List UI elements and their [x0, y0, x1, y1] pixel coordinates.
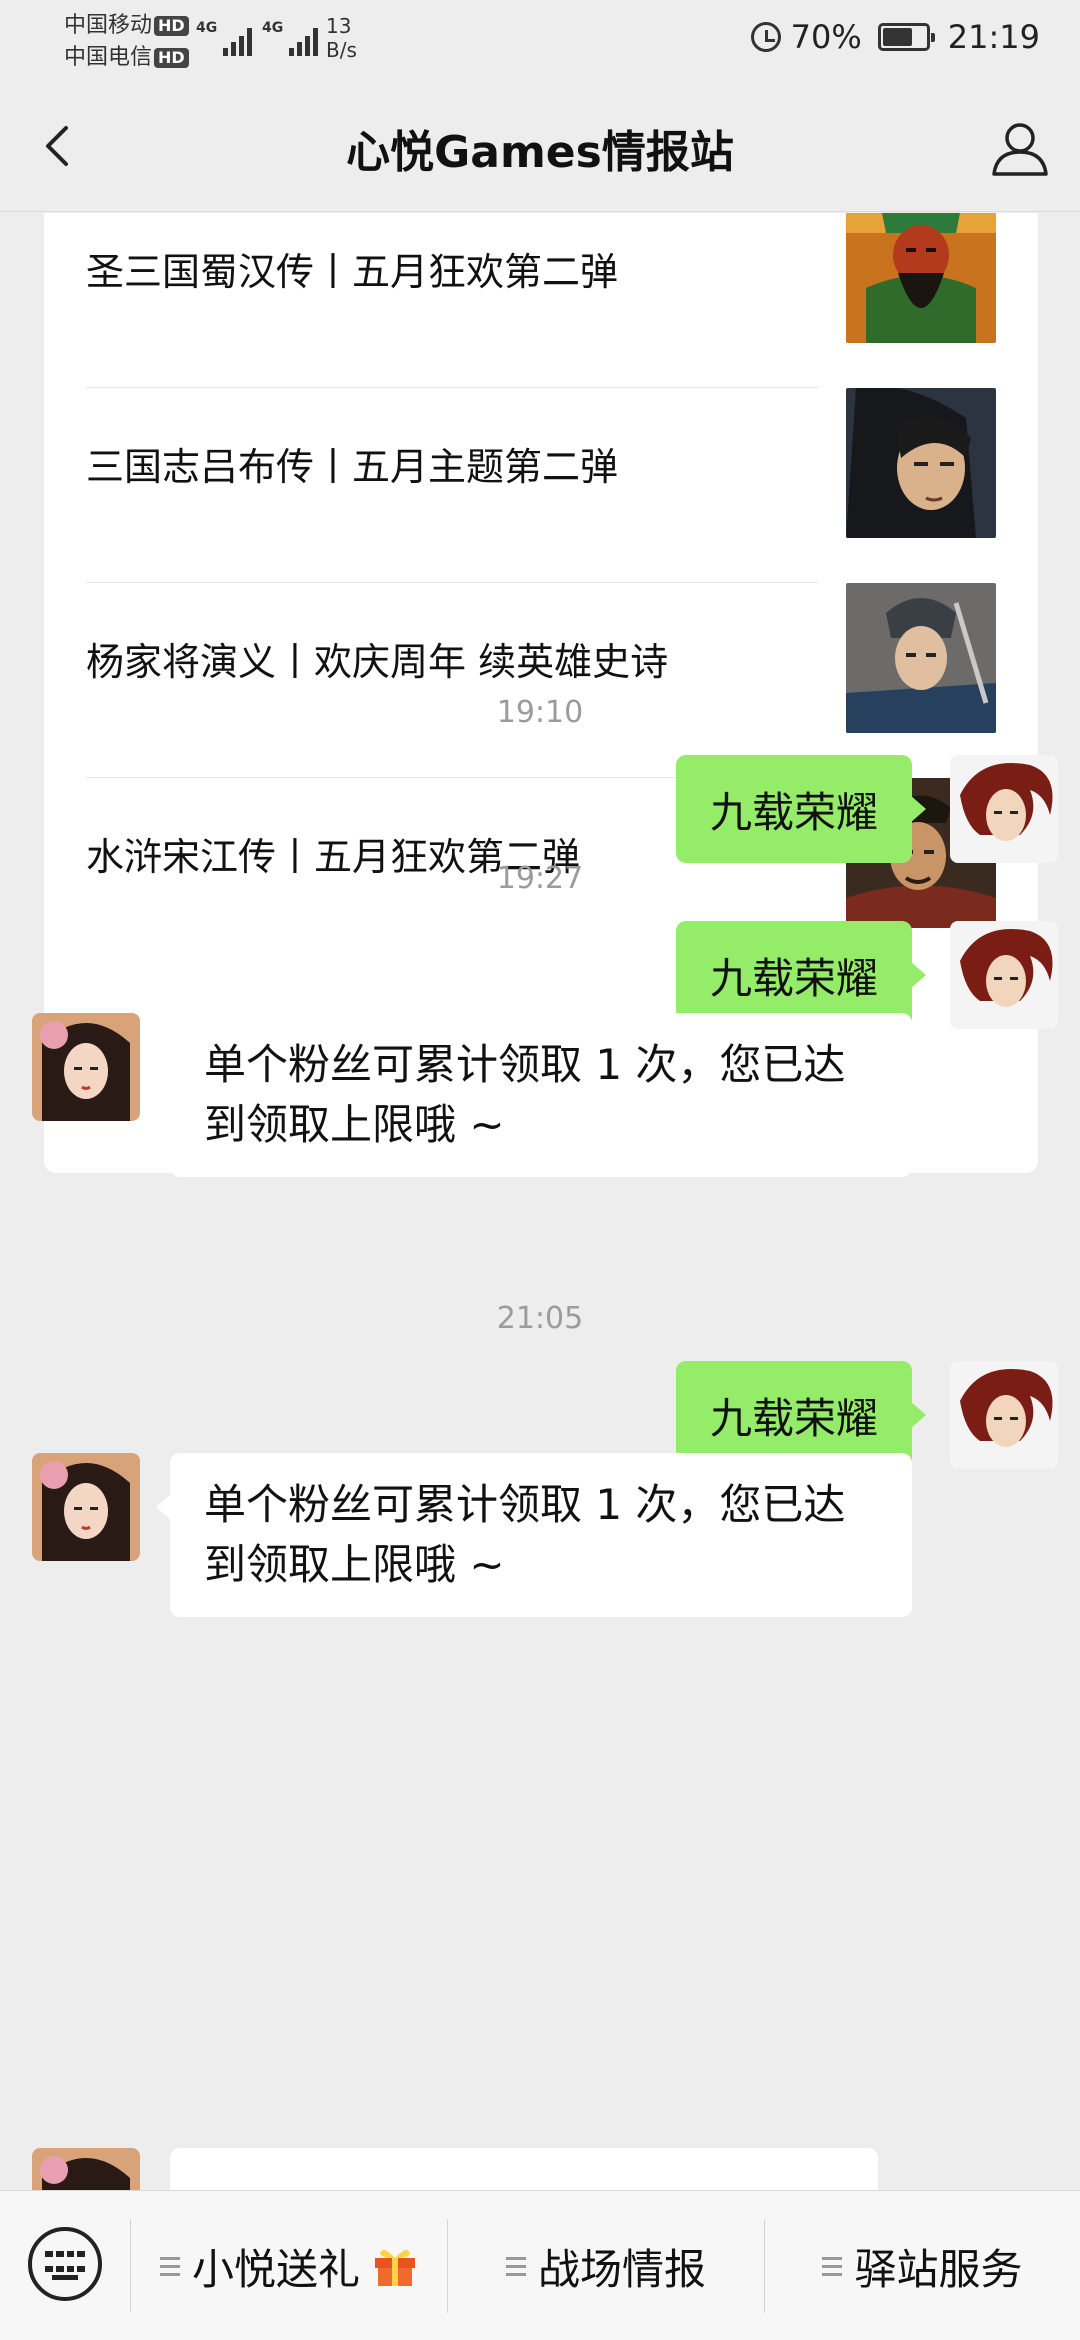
user-icon: [992, 123, 1048, 176]
clock: 21:19: [947, 18, 1040, 56]
battery-percent: 70%: [790, 18, 862, 56]
official-account-avatar[interactable]: [32, 1013, 140, 1121]
profile-button[interactable]: [988, 116, 1052, 180]
incoming-message[interactable]: 单个粉丝可累计领取 1 次，您已达到领取上限哦 ~: [156, 1453, 912, 1617]
menu-battle-intel[interactable]: 战场情报: [448, 2191, 764, 2340]
alarm-icon: [750, 22, 781, 52]
menu-list-icon: [159, 2256, 180, 2276]
page-title: 心悦Games情报站: [346, 127, 734, 178]
message-timestamp: 21:05: [496, 1301, 584, 1336]
menu-label: 驿站服务: [854, 2244, 1023, 2294]
official-account-avatar[interactable]: [32, 2148, 140, 2190]
article-item[interactable]: 三国志吕布传丨五月主题第二弹: [86, 388, 996, 583]
signal-icon: 4G: [262, 18, 318, 56]
article-title: 三国志吕布传丨五月主题第二弹: [86, 444, 619, 489]
battery-icon: [877, 23, 935, 51]
my-avatar[interactable]: [950, 755, 1058, 863]
chat-area[interactable]: 圣三国蜀汉传丨五月狂欢第二弹 三国志吕布传丨五月主题第二弹 杨家将演义丨欢庆周年…: [0, 213, 1080, 2190]
title-bar: 心悦Games情报站: [0, 80, 1080, 212]
gift-icon: [375, 2249, 415, 2286]
incoming-message[interactable]: 单个粉丝可累计领取 1 次，您已达到领取上限哦 ~: [156, 1013, 912, 1177]
guan-yu-portrait-thumbnail: [846, 213, 996, 343]
net-speed-value: 13: [326, 14, 352, 38]
official-account-avatar[interactable]: [32, 1453, 140, 1561]
menu-list-icon: [505, 2256, 526, 2276]
signal-indicators: 4G 4G: [196, 18, 318, 56]
network-type: 4G: [262, 20, 284, 36]
carrier-1: 中国移动: [64, 13, 153, 38]
hd-badge: HD: [154, 16, 189, 36]
menu-list-icon: [822, 2256, 843, 2276]
message-timestamp: 19:10: [496, 695, 584, 730]
my-avatar[interactable]: [950, 1361, 1058, 1469]
status-bar: 中国移动 HD 中国电信 HD 4G 4G 13 B/s 70% 21:19: [0, 0, 1080, 80]
network-type: 4G: [196, 20, 218, 36]
article-item[interactable]: 杨家将演义丨欢庆周年 续英雄史诗: [86, 583, 996, 778]
menu-label: 战场情报: [537, 2244, 706, 2294]
keyboard-toggle-button[interactable]: [28, 2227, 102, 2301]
hd-badge: HD: [154, 48, 189, 68]
article-item[interactable]: 圣三国蜀汉传丨五月狂欢第二弹: [86, 213, 996, 388]
lu-bu-portrait-thumbnail: [846, 388, 996, 538]
my-avatar[interactable]: [950, 921, 1058, 1029]
carrier-info: 中国移动 HD 中国电信 HD: [64, 10, 189, 74]
bottom-menu-bar: 小悦送礼 战场情报 驿站服务: [0, 2190, 1080, 2340]
signal-icon: 4G: [196, 18, 252, 56]
menu-label: 小悦送礼: [191, 2244, 360, 2294]
keyboard-icon: [45, 2251, 85, 2277]
menu-gift[interactable]: 小悦送礼: [131, 2191, 447, 2340]
carrier-2: 中国电信: [64, 45, 153, 70]
net-speed-unit: B/s: [326, 38, 357, 62]
status-right: 70% 21:19: [750, 18, 1040, 56]
incoming-message-partial[interactable]: [170, 2148, 878, 2190]
message-timestamp: 19:27: [496, 861, 584, 896]
network-speed: 13 B/s: [326, 14, 357, 62]
menu-station-service[interactable]: 驿站服务: [765, 2191, 1080, 2340]
outgoing-message[interactable]: 九载荣耀: [675, 755, 927, 863]
article-title: 圣三国蜀汉传丨五月狂欢第二弹: [86, 249, 619, 294]
